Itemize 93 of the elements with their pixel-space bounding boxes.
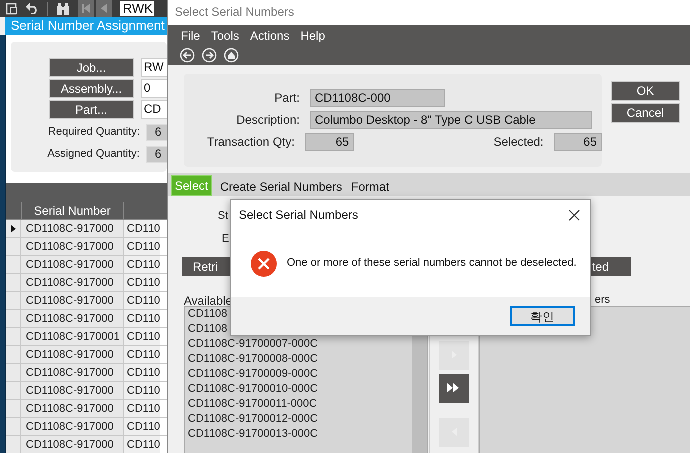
column-header: Serial Number bbox=[21, 202, 124, 219]
table-cell: CD1108C-917000 bbox=[21, 382, 124, 399]
table-cell: CD1108C-917000 bbox=[21, 400, 124, 417]
row-header-cell[interactable] bbox=[6, 238, 21, 255]
row-header-cell[interactable] bbox=[6, 418, 21, 435]
row-header-cell[interactable] bbox=[6, 292, 21, 309]
select-all-icon[interactable] bbox=[439, 374, 469, 403]
quantity-field: 6 bbox=[146, 146, 167, 163]
table-cell: CD110 bbox=[124, 274, 160, 291]
list-item[interactable]: CD1108C-91700012-000C bbox=[188, 412, 412, 427]
table-cell: CD110 bbox=[124, 382, 160, 399]
field-label: Assigned Quantity: bbox=[46, 147, 140, 162]
table-cell: CD1108C-917000 bbox=[21, 436, 124, 453]
back-icon[interactable] bbox=[180, 48, 195, 63]
field-label: St bbox=[218, 209, 228, 224]
home-icon[interactable] bbox=[224, 48, 239, 63]
row-pointer-icon bbox=[10, 224, 16, 232]
row-header-cell[interactable] bbox=[6, 364, 21, 381]
list-label: ers bbox=[595, 293, 610, 308]
table-cell: CD110 bbox=[124, 400, 160, 417]
row-header-cell[interactable] bbox=[6, 400, 21, 417]
forward-icon[interactable] bbox=[202, 48, 217, 63]
row-header-cell[interactable] bbox=[6, 220, 21, 237]
row-header-cell[interactable] bbox=[6, 382, 21, 399]
table-cell: CD1108C-917000 bbox=[21, 292, 124, 309]
field-label: E bbox=[222, 232, 230, 247]
table-cell: CD1108C-917000 bbox=[21, 310, 124, 327]
table-cell: CD110 bbox=[124, 328, 160, 345]
readonly-field: CD1108C-000 bbox=[310, 89, 445, 107]
list-label: Available bbox=[184, 293, 232, 309]
field-label: Selected: bbox=[494, 134, 544, 151]
field-label: Part: bbox=[274, 90, 300, 107]
tab[interactable]: Format bbox=[350, 177, 390, 196]
table-cell: CD1108C-917000 bbox=[21, 364, 124, 381]
field-label: Description: bbox=[236, 112, 300, 129]
table-cell: CD110 bbox=[124, 238, 160, 255]
table-cell: CD110 bbox=[124, 220, 160, 237]
window-title: Select Serial Numbers bbox=[168, 0, 690, 25]
list-item[interactable]: CD1108C-91700007-000C bbox=[188, 337, 412, 352]
table-cell: CD110 bbox=[124, 256, 160, 273]
menu-item[interactable]: Tools bbox=[210, 27, 240, 45]
table-cell: CD1108C-9170001 bbox=[21, 328, 124, 345]
lookup-button[interactable]: Assembly... bbox=[49, 79, 134, 98]
list-item[interactable]: CD1108C-91700011-000C bbox=[188, 397, 412, 412]
error-icon bbox=[251, 250, 277, 276]
row-header-cell[interactable] bbox=[6, 436, 21, 453]
lookup-field[interactable]: CD bbox=[141, 100, 167, 119]
list-item[interactable]: CD1108C-91700013-000C bbox=[188, 427, 412, 442]
readonly-field: 65 bbox=[554, 133, 602, 151]
list-item[interactable]: CD1108C-91700008-000C bbox=[188, 352, 412, 367]
tab[interactable]: Create Serial Numbers bbox=[219, 177, 344, 196]
table-cell: CD110 bbox=[124, 292, 160, 309]
table-cell: CD1108C-917000 bbox=[21, 238, 124, 255]
menu-item[interactable]: File bbox=[180, 27, 202, 45]
table-cell: CD110 bbox=[124, 436, 160, 453]
table-cell: CD110 bbox=[124, 364, 160, 381]
window-title: Serial Number Assignment bbox=[5, 17, 167, 35]
row-header-cell[interactable] bbox=[6, 328, 21, 345]
lookup-button[interactable]: Part... bbox=[49, 100, 134, 119]
menu-item[interactable]: Actions bbox=[249, 27, 291, 45]
lookup-field[interactable]: 0 bbox=[141, 79, 167, 98]
undo-icon[interactable] bbox=[26, 3, 39, 14]
menu-item[interactable]: Help bbox=[300, 27, 326, 45]
readonly-field: 65 bbox=[304, 133, 354, 151]
row-header-cell[interactable] bbox=[6, 310, 21, 327]
row-header-cell[interactable] bbox=[6, 346, 21, 363]
list-item[interactable]: CD1108C-91700009-000C bbox=[188, 367, 412, 382]
record-field[interactable]: RWK bbox=[120, 1, 154, 16]
table-cell: CD1108C-917000 bbox=[21, 220, 124, 237]
dialog-action-button[interactable]: Cancel bbox=[611, 103, 680, 123]
field-label: Transaction Qty: bbox=[206, 134, 295, 151]
table-cell: CD1108C-917000 bbox=[21, 418, 124, 435]
lookup-button[interactable]: Job... bbox=[49, 58, 134, 77]
field-label: Required Quantity: bbox=[47, 125, 140, 140]
table-cell: CD1108C-917000 bbox=[21, 274, 124, 291]
readonly-field: Columbo Desktop - 8" Type C USB Cable bbox=[310, 111, 592, 129]
close-icon[interactable] bbox=[569, 210, 580, 220]
first-record-icon[interactable] bbox=[78, 0, 94, 17]
table-cell: CD110 bbox=[124, 310, 160, 327]
dialog-title: Select Serial Numbers bbox=[239, 207, 358, 224]
dialog-action-button[interactable]: OK bbox=[611, 81, 680, 101]
binoculars-icon[interactable] bbox=[56, 2, 70, 14]
confirm-button[interactable]: 확인 bbox=[510, 306, 575, 326]
list-item[interactable]: CD1108C-91700010-000C bbox=[188, 382, 412, 397]
previous-record-icon[interactable] bbox=[96, 0, 112, 17]
table-cell: CD110 bbox=[124, 418, 160, 435]
lookup-field[interactable]: RW bbox=[141, 58, 167, 77]
row-header-cell[interactable] bbox=[6, 256, 21, 273]
quantity-field: 6 bbox=[146, 124, 167, 141]
table-cell: CD1108C-917000 bbox=[21, 346, 124, 363]
table-cell: CD1108C-917000 bbox=[21, 256, 124, 273]
row-header-cell[interactable] bbox=[6, 274, 21, 291]
table-cell: CD110 bbox=[124, 346, 160, 363]
